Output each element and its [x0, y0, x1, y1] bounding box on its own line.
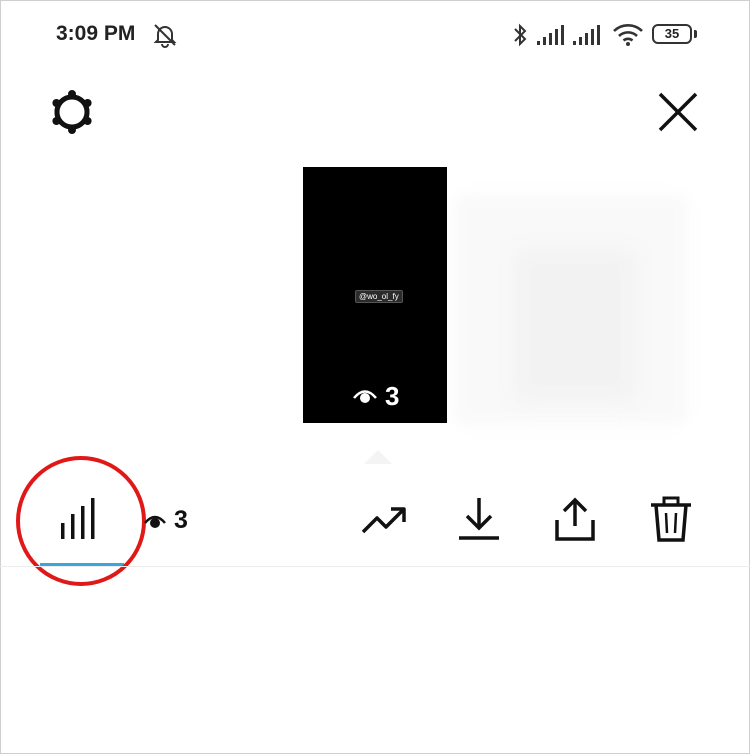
selected-story-pointer	[364, 450, 392, 464]
eye-icon	[144, 515, 166, 528]
bluetooth-icon	[514, 23, 527, 47]
story-view-count-number: 3	[385, 381, 400, 411]
download-icon[interactable]	[456, 496, 502, 544]
viewers-tab[interactable]: 3	[144, 506, 188, 535]
mute-bell-icon	[153, 24, 177, 48]
promote-trend-icon[interactable]	[360, 496, 408, 542]
viewers-count: 3	[174, 506, 188, 534]
settings-gear-icon[interactable]	[48, 88, 96, 136]
battery-tip	[694, 30, 697, 38]
faded-story-content	[515, 250, 635, 400]
signal-icon	[537, 25, 564, 45]
story-mention-sticker: @wo_ol_fy	[355, 290, 403, 303]
story-view-count: 3	[353, 381, 399, 411]
share-icon[interactable]	[552, 496, 598, 544]
signal-icon	[573, 25, 600, 45]
wifi-icon	[613, 24, 643, 46]
toolbar-divider	[0, 566, 750, 567]
eye-icon	[353, 390, 377, 403]
status-time: 3:09 PM	[56, 22, 136, 45]
close-icon[interactable]	[654, 88, 702, 136]
delete-trash-icon[interactable]	[648, 496, 694, 544]
battery-icon: 35	[652, 24, 692, 44]
